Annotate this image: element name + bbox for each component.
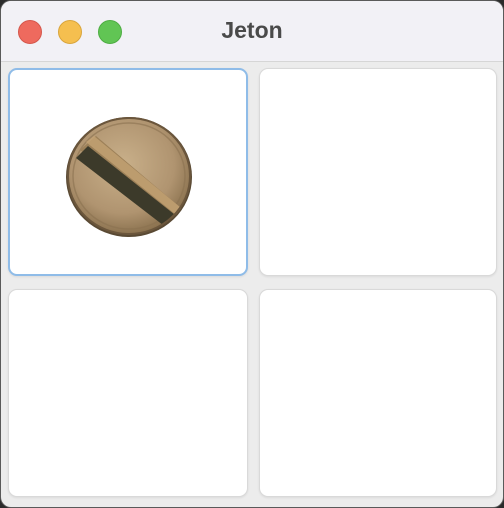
grid-cell-4[interactable]: [259, 289, 497, 497]
grid-cell-1[interactable]: [8, 68, 248, 276]
window-title: Jeton: [221, 17, 283, 43]
image-grid: [1, 62, 503, 507]
token-coin-icon: [66, 117, 192, 237]
grid-cell-3[interactable]: [8, 289, 248, 497]
app-window: Jeton: [0, 0, 504, 508]
title-bar[interactable]: Jeton: [1, 1, 503, 62]
grid-cell-2[interactable]: [259, 68, 497, 276]
